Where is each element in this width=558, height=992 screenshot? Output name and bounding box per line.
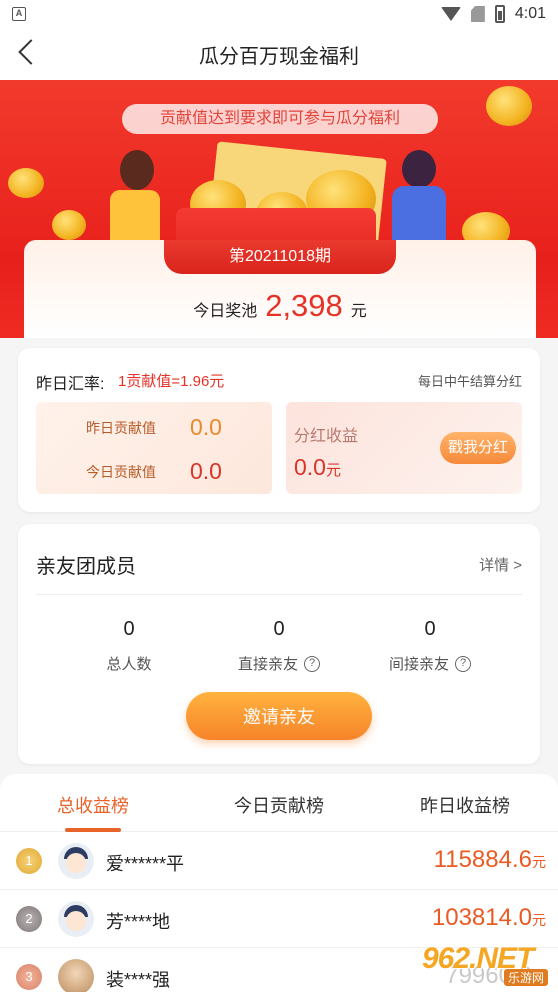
sim-card-icon xyxy=(470,6,485,22)
exchange-rate-card: 昨日汇率: 1贡献值=1.96元 每日中午结算分红 昨日贡献值 0.0 今日贡献… xyxy=(18,348,540,512)
stat-direct-label: 直接亲友 xyxy=(237,656,298,673)
page-title: 瓜分百万现金福利 xyxy=(199,45,359,68)
yesterday-contribution-value: 0.0 xyxy=(190,414,222,440)
stat-total-label: 总人数 xyxy=(106,656,152,673)
dividend-box: 分红收益 0.0元 戳我分红 xyxy=(286,402,522,494)
ranking-user-name: 装****强 xyxy=(106,970,171,990)
ranking-row[interactable]: 1 爱******平 115884.6元 xyxy=(0,832,558,890)
prize-pool-value: 2,398 xyxy=(265,288,343,323)
ranking-user-name: 爱******平 xyxy=(106,854,185,874)
back-arrow-icon[interactable] xyxy=(18,39,44,65)
ranking-amount-value: 103814.0 xyxy=(431,904,532,931)
prize-pool-card: 第20211018期 今日奖池 2,398 元 xyxy=(24,240,536,338)
coin-decoration xyxy=(52,210,86,240)
tab-yesterday-earnings[interactable]: 昨日收益榜 xyxy=(372,774,558,831)
team-detail-link[interactable]: 详情 > xyxy=(479,554,522,575)
today-contribution-row: 今日贡献值 0.0 xyxy=(36,458,272,485)
ranking-amount: 115884.6元 xyxy=(434,846,546,874)
yesterday-contribution-label: 昨日贡献值 xyxy=(86,419,156,436)
rate-label: 昨日汇率: xyxy=(36,376,105,393)
stat-total: 0 总人数 xyxy=(59,618,199,674)
ranking-amount-unit: 元 xyxy=(532,912,546,928)
avatar xyxy=(58,959,94,992)
ranking-user-name: 芳****地 xyxy=(106,912,171,932)
ranking-amount-value: 115884.6 xyxy=(433,846,532,873)
team-title: 亲友团成员 xyxy=(36,556,136,578)
wifi-icon xyxy=(440,7,461,21)
gold-medal-icon: 1 xyxy=(16,848,42,874)
contribution-box: 昨日贡献值 0.0 今日贡献值 0.0 xyxy=(36,402,272,494)
coin-decoration xyxy=(8,168,44,198)
divider xyxy=(36,594,522,595)
page-header: 瓜分百万现金福利 xyxy=(0,28,558,80)
notification-a-icon: A xyxy=(12,7,26,21)
help-icon[interactable]: ? xyxy=(455,655,471,672)
stat-indirect-label-row: 间接亲友 ? xyxy=(360,653,500,674)
banner-tip: 贡献值达到要求即可参与瓜分福利 xyxy=(122,104,438,134)
status-bar: A 4:01 xyxy=(0,0,558,28)
settlement-note: 每日中午结算分红 xyxy=(417,374,522,389)
avatar xyxy=(58,901,94,937)
status-time: 4:01 xyxy=(514,5,546,22)
prize-pool-row: 今日奖池 2,398 元 xyxy=(24,288,536,324)
stat-indirect-value: 0 xyxy=(424,618,436,640)
bronze-medal-icon: 3 xyxy=(16,964,42,990)
stat-direct: 0 直接亲友 ? xyxy=(209,618,349,674)
yesterday-contribution-row: 昨日贡献值 0.0 xyxy=(36,414,272,441)
watermark-sub: 乐游网 xyxy=(503,969,548,986)
avatar xyxy=(58,843,94,879)
site-watermark: 962.NET 乐游网 xyxy=(422,942,552,986)
coin-decoration xyxy=(486,86,532,126)
ranking-tabs: 总收益榜 今日贡献榜 昨日收益榜 xyxy=(0,774,558,832)
today-contribution-value: 0.0 xyxy=(190,458,222,484)
period-label: 第20211018期 xyxy=(164,240,396,274)
dividend-label: 分红收益 xyxy=(294,428,359,445)
tab-total-earnings[interactable]: 总收益榜 xyxy=(0,774,186,832)
ranking-section: 总收益榜 今日贡献榜 昨日收益榜 1 爱******平 115884.6元 2 … xyxy=(0,774,558,992)
help-icon[interactable]: ? xyxy=(304,655,320,672)
stat-direct-value: 0 xyxy=(273,618,285,640)
dividend-value: 0.0 xyxy=(294,454,326,480)
tab-today-contribution[interactable]: 今日贡献榜 xyxy=(186,774,372,831)
silver-medal-icon: 2 xyxy=(16,906,42,932)
prize-pool-label: 今日奖池 xyxy=(193,303,258,320)
stat-indirect-label: 间接亲友 xyxy=(388,656,449,673)
prize-pool-unit: 元 xyxy=(350,303,367,320)
rate-value: 1贡献值=1.96元 xyxy=(118,373,225,390)
today-contribution-label: 今日贡献值 xyxy=(86,463,156,480)
stat-direct-label-row: 直接亲友 ? xyxy=(209,653,349,674)
stat-indirect: 0 间接亲友 ? xyxy=(360,618,500,674)
ranking-amount: 103814.0元 xyxy=(432,904,546,932)
stat-total-label-row: 总人数 xyxy=(59,653,199,674)
dividend-unit: 元 xyxy=(325,462,341,479)
dividend-value-wrap: 0.0元 xyxy=(294,454,341,481)
ranking-row[interactable]: 2 芳****地 103814.0元 xyxy=(0,890,558,948)
friends-team-card: 亲友团成员 详情 > 0 总人数 0 直接亲友 ? 0 间接亲友 ? 邀请亲友 xyxy=(18,524,540,764)
invite-friends-button[interactable]: 邀请亲友 xyxy=(186,692,372,740)
claim-dividend-button[interactable]: 戳我分红 xyxy=(440,432,516,464)
stat-total-value: 0 xyxy=(123,618,135,640)
status-icons: 4:01 xyxy=(440,5,546,23)
ranking-amount-unit: 元 xyxy=(532,854,546,870)
battery-icon xyxy=(494,5,505,23)
